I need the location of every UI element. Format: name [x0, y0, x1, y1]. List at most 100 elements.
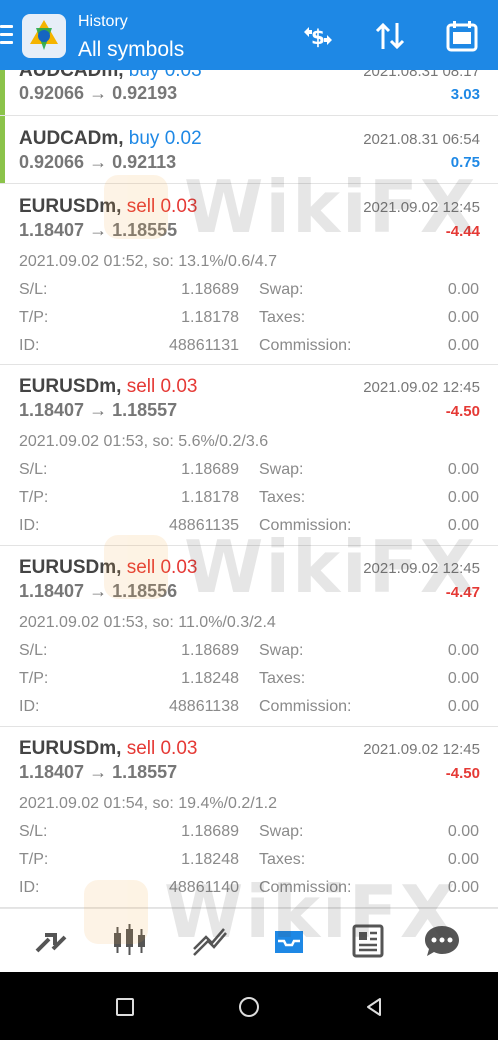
deal-symbol: AUDCADm, buy 0.03 [19, 70, 202, 82]
page-title[interactable]: All symbols [78, 38, 184, 62]
taxes-label: Taxes: [259, 851, 306, 868]
bottom-nav [0, 908, 498, 972]
back-button[interactable] [362, 995, 386, 1019]
id-value: 48861131 [169, 337, 239, 354]
taxes-label: Taxes: [259, 309, 306, 326]
commission-label: Commission: [259, 517, 352, 534]
tp-value: 1.18178 [181, 309, 239, 326]
sl-value: 1.18689 [181, 461, 239, 478]
taxes-label: Taxes: [259, 670, 306, 687]
menu-icon[interactable] [0, 22, 16, 50]
id-value: 48861138 [169, 698, 239, 715]
swap-label: Swap: [259, 281, 304, 298]
deal-time: 2021.08.31 08:17 [363, 70, 480, 80]
deal-direction: buy 0.03 [128, 70, 202, 81]
list-item[interactable]: AUDCADm, buy 0.03 2021.08.31 08:17 0.920… [0, 70, 498, 116]
sort-icon[interactable] [370, 16, 410, 56]
tp-label: T/P: [19, 851, 49, 868]
taxes-label: Taxes: [259, 489, 306, 506]
deal-profit: 0.75 [450, 154, 480, 171]
sl-value: 1.18689 [181, 281, 239, 298]
deal-prices: 1.18407 → 1.18557 [19, 762, 178, 782]
deal-direction: sell 0.03 [126, 738, 198, 759]
tp-label: T/P: [19, 489, 49, 506]
swap-label: Swap: [259, 823, 304, 840]
history-icon[interactable] [269, 921, 309, 961]
id-label: ID: [19, 517, 40, 534]
taxes-value: 0.00 [447, 670, 479, 687]
commission-value: 0.00 [447, 337, 479, 354]
deal-profit: -4.44 [445, 223, 480, 240]
header-subtitle: History [78, 13, 128, 30]
sl-label: S/L: [19, 642, 48, 659]
currency-exchange-icon[interactable]: $ [298, 16, 338, 56]
app-screen: History All symbols $ AUDCADm, buy 0.03 … [0, 0, 498, 1040]
id-value: 48861140 [169, 879, 239, 896]
deal-direction: sell 0.03 [126, 557, 198, 578]
deal-time: 2021.09.02 12:45 [363, 560, 480, 577]
deal-meta: 2021.09.02 01:53, so: 5.6%/0.2/3.6 [19, 433, 269, 450]
id-label: ID: [19, 337, 40, 354]
deal-prices: 1.18407 → 1.18557 [19, 400, 178, 420]
deal-symbol: EURUSDm, sell 0.03 [19, 376, 198, 397]
deal-prices: 0.92066 → 0.92113 [19, 152, 177, 172]
taxes-value: 0.00 [447, 489, 479, 506]
swap-value: 0.00 [447, 461, 479, 478]
deal-meta: 2021.09.02 01:53, so: 11.0%/0.3/2.4 [19, 614, 276, 631]
commission-value: 0.00 [447, 879, 479, 896]
deal-symbol: EURUSDm, sell 0.03 [19, 557, 198, 578]
tp-label: T/P: [19, 670, 49, 687]
tp-label: T/P: [19, 309, 49, 326]
swap-label: Swap: [259, 461, 304, 478]
deal-symbol: AUDCADm, buy 0.02 [19, 128, 202, 149]
deal-direction: buy 0.02 [128, 128, 202, 149]
deal-meta: 2021.09.02 01:52, so: 13.1%/0.6/4.7 [19, 253, 277, 270]
mt5-logo [22, 14, 66, 58]
deal-profit: -4.50 [445, 765, 480, 782]
swap-value: 0.00 [447, 281, 479, 298]
deal-direction: sell 0.03 [126, 196, 198, 217]
tp-value: 1.18248 [181, 670, 239, 687]
commission-label: Commission: [259, 698, 352, 715]
list-item[interactable]: EURUSDm, sell 0.03 2021.09.02 12:45 1.18… [0, 546, 498, 727]
taxes-value: 0.00 [447, 309, 479, 326]
deal-direction: sell 0.03 [126, 376, 198, 397]
chart-icon[interactable] [110, 921, 150, 961]
list-item[interactable]: EURUSDm, sell 0.03 2021.09.02 12:45 1.18… [0, 365, 498, 546]
tp-value: 1.18178 [181, 489, 239, 506]
swap-value: 0.00 [447, 823, 479, 840]
taxes-value: 0.00 [447, 851, 479, 868]
calendar-icon[interactable] [442, 16, 482, 56]
deal-time: 2021.09.02 12:45 [363, 199, 480, 216]
id-value: 48861135 [169, 517, 239, 534]
deal-symbol: EURUSDm, sell 0.03 [19, 738, 198, 759]
sl-label: S/L: [19, 461, 48, 478]
recents-button[interactable] [113, 995, 137, 1019]
list-item[interactable]: AUDCADm, buy 0.02 2021.08.31 06:54 0.920… [0, 116, 498, 184]
deal-profit: -4.50 [445, 403, 480, 420]
deal-profit: -4.47 [445, 584, 480, 601]
news-icon[interactable] [348, 921, 388, 961]
list-item[interactable]: EURUSDm, sell 0.03 2021.09.02 12:45 1.18… [0, 727, 498, 908]
deal-symbol: EURUSDm, sell 0.03 [19, 196, 198, 217]
accent-bar [0, 70, 5, 115]
deal-prices: 1.18407 → 1.18556 [19, 581, 178, 601]
trade-icon[interactable] [190, 921, 230, 961]
history-list[interactable]: AUDCADm, buy 0.03 2021.08.31 08:17 0.920… [0, 70, 498, 908]
deal-meta: 2021.09.02 01:54, so: 19.4%/0.2/1.2 [19, 795, 277, 812]
chat-icon[interactable] [422, 921, 462, 961]
sl-value: 1.18689 [181, 642, 239, 659]
list-item[interactable]: EURUSDm, sell 0.03 2021.09.02 12:45 1.18… [0, 184, 498, 365]
commission-value: 0.00 [447, 698, 479, 715]
sl-label: S/L: [19, 281, 48, 298]
commission-value: 0.00 [447, 517, 479, 534]
quotes-icon[interactable] [31, 921, 71, 961]
deal-time: 2021.09.02 12:45 [363, 741, 480, 758]
commission-label: Commission: [259, 879, 352, 896]
commission-label: Commission: [259, 337, 352, 354]
sl-value: 1.18689 [181, 823, 239, 840]
home-button[interactable] [237, 995, 261, 1019]
deal-time: 2021.09.02 12:45 [363, 379, 480, 396]
app-header: History All symbols $ [0, 0, 498, 70]
swap-label: Swap: [259, 642, 304, 659]
